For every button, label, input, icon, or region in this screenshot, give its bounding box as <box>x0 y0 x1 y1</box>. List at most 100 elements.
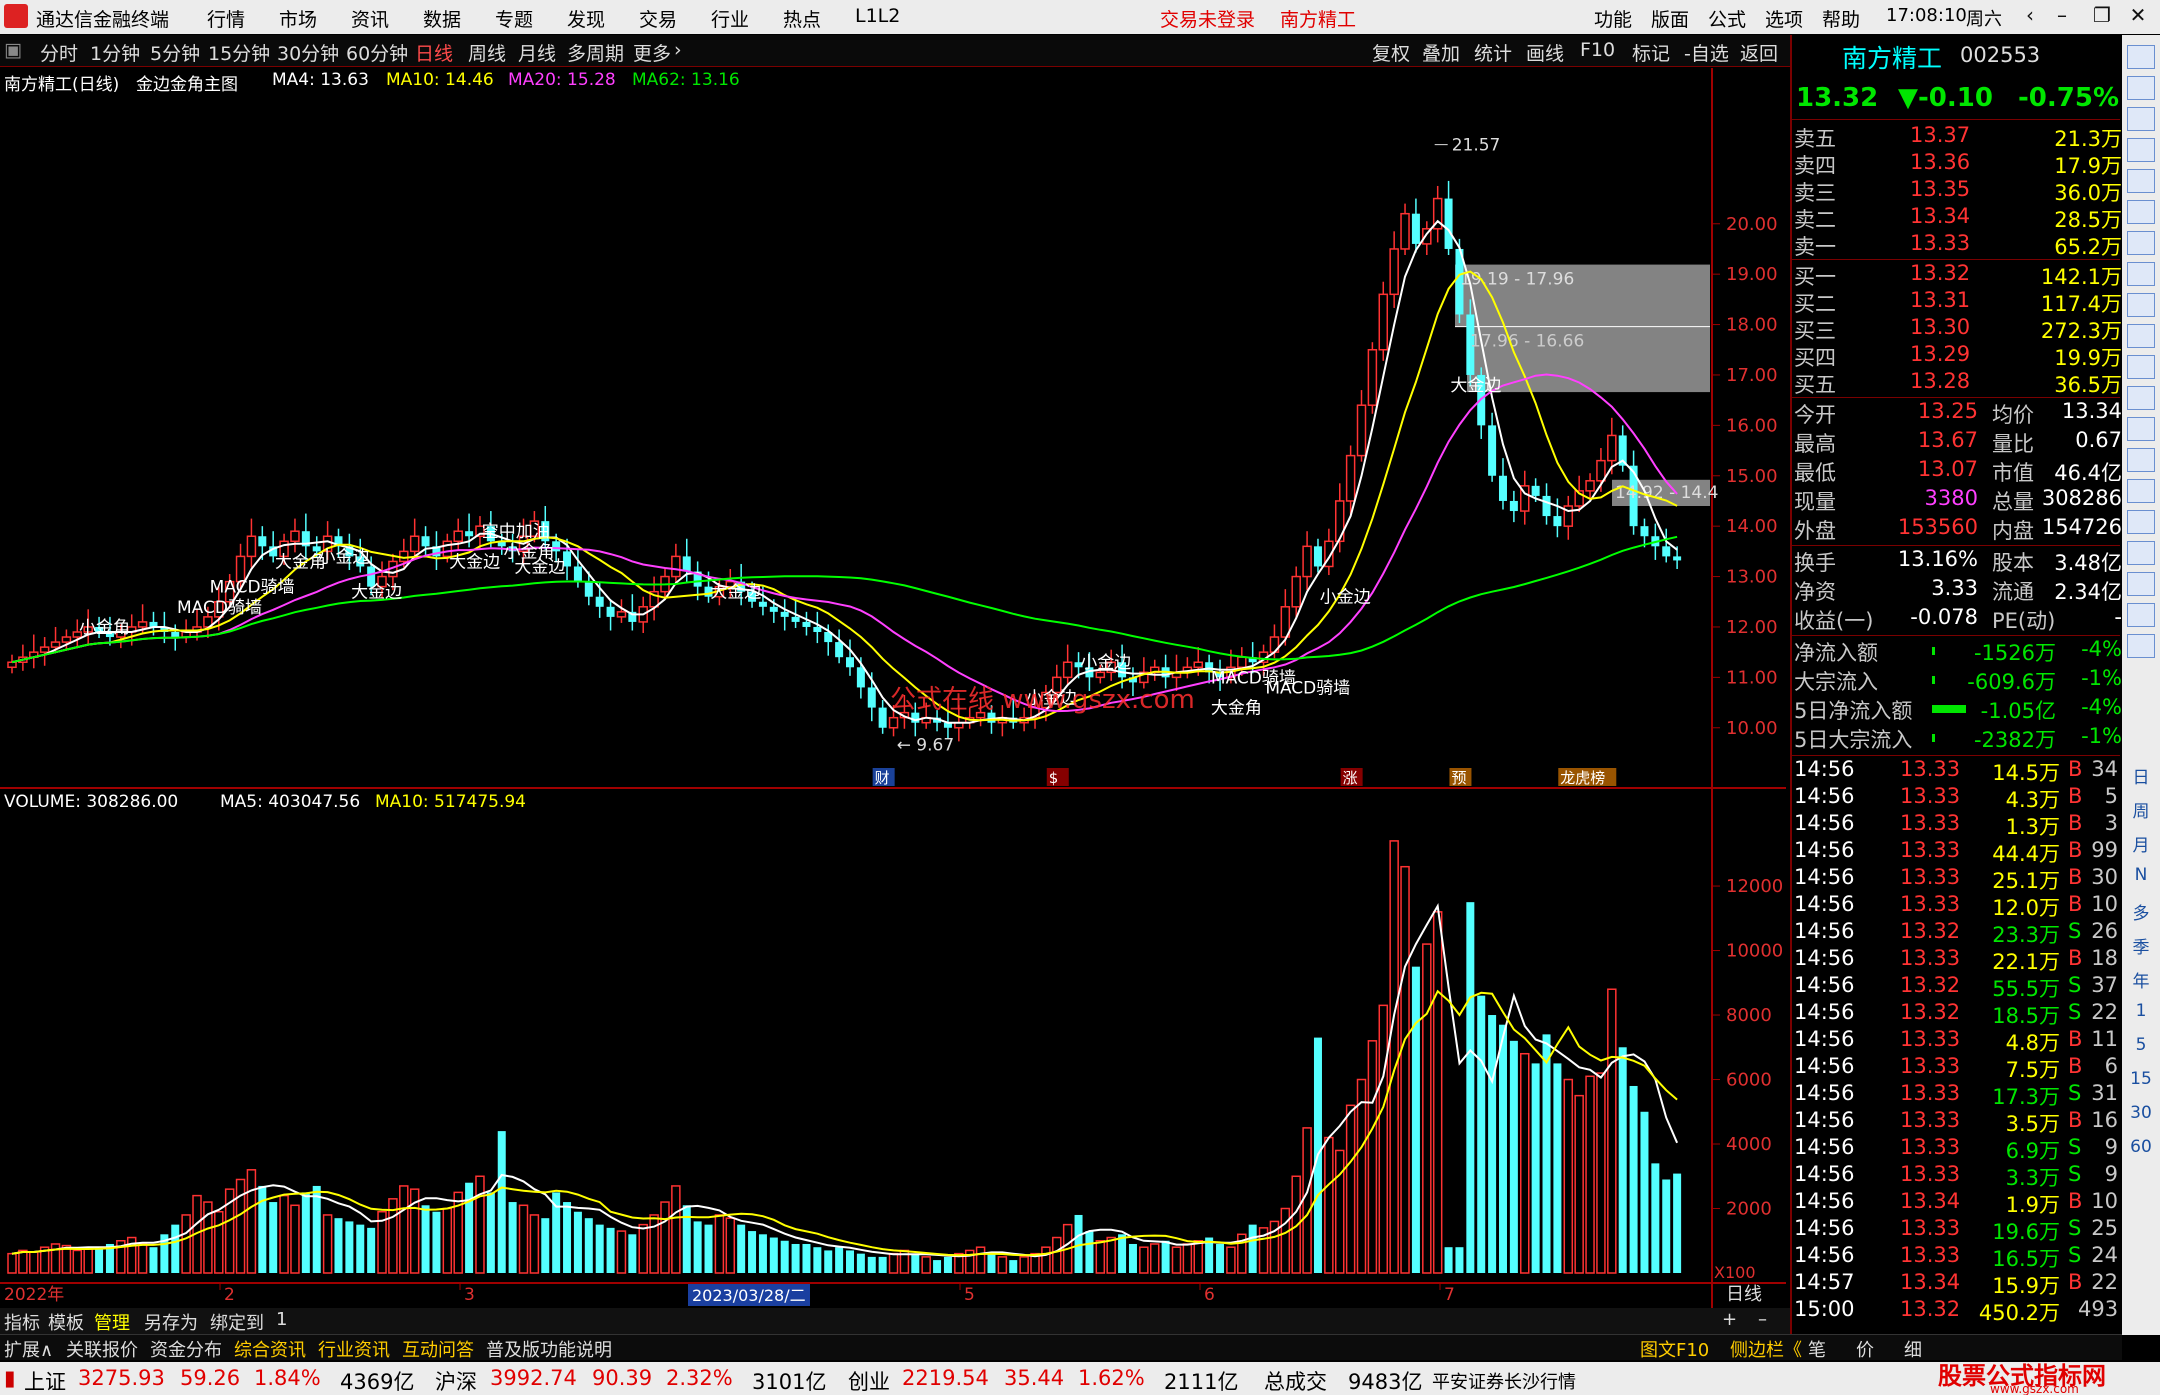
sidebar-period-8[interactable]: 5 <box>2127 1035 2155 1055</box>
menu-item-l1l2[interactable]: L1L2 <box>855 5 900 27</box>
candle-up[interactable] <box>246 535 257 558</box>
candle-down[interactable] <box>1509 500 1518 512</box>
volume-bar-up[interactable] <box>1171 1246 1182 1274</box>
volume-bar-up[interactable] <box>1139 1246 1149 1274</box>
menu-item-banmian[interactable]: 版面 <box>1651 5 1689 32</box>
volume-bar-down[interactable] <box>301 1192 310 1273</box>
volume-bar-down[interactable] <box>987 1253 996 1273</box>
tick-row[interactable]: 14:56 13.33 44.4万 B 99 <box>1792 838 2120 866</box>
volume-bar-down[interactable] <box>367 1227 376 1273</box>
candle-up[interactable] <box>61 636 72 643</box>
volume-bar-up[interactable] <box>214 1210 224 1274</box>
grid-icon[interactable] <box>2127 138 2155 162</box>
volume-bar-down[interactable] <box>595 1224 604 1273</box>
sidebar-period-11[interactable]: 60 <box>2127 1137 2155 1157</box>
candle-up[interactable] <box>453 530 463 543</box>
candle-down[interactable] <box>1542 495 1551 517</box>
tick-row[interactable]: 14:56 13.34 1.9万 B 10 <box>1792 1189 2120 1217</box>
volume-bar-up[interactable] <box>137 1243 148 1274</box>
volume-bar-down[interactable] <box>584 1218 593 1273</box>
volume-bar-up[interactable] <box>1052 1236 1062 1274</box>
close-icon[interactable]: ✕ <box>2122 3 2154 31</box>
volume-bar-down[interactable] <box>356 1224 365 1273</box>
volume-bar-down[interactable] <box>421 1205 430 1273</box>
volume-bar-down[interactable] <box>1477 995 1486 1273</box>
bid-row[interactable]: 买一 13.32 142.1万 <box>1792 261 2122 289</box>
stat-row[interactable]: 净资 3.33 流通 2.34亿 <box>1792 576 2122 604</box>
sh-label[interactable]: 上证 <box>24 1366 66 1395</box>
volume-bar-down[interactable] <box>269 1202 278 1273</box>
volume-bar-down[interactable] <box>1498 1024 1507 1273</box>
candle-down[interactable] <box>1488 425 1497 476</box>
tick-row[interactable]: 14:56 13.33 19.6万 S 25 <box>1792 1216 2120 1244</box>
bid-row[interactable]: 买三 13.30 272.3万 <box>1792 315 2122 343</box>
volume-bar-down[interactable] <box>628 1234 637 1273</box>
volume-bar-up[interactable] <box>1182 1243 1193 1274</box>
volume-bar-up[interactable] <box>921 1256 931 1274</box>
menu-item-shichang[interactable]: 市场 <box>279 5 317 32</box>
candle-down[interactable] <box>595 596 604 607</box>
volume-bar-down[interactable] <box>563 1202 572 1273</box>
back-icon[interactable]: ‹ <box>2014 3 2046 31</box>
volume-bar-down[interactable] <box>933 1260 942 1273</box>
stat-row[interactable]: 今开 13.25 均价 13.34 <box>1792 399 2122 427</box>
volume-bar-up[interactable] <box>1378 1004 1389 1274</box>
volume-bar-down[interactable] <box>1553 1063 1562 1273</box>
tick-row[interactable]: 14:56 13.32 55.5万 S 37 <box>1792 973 2120 1001</box>
stat-row[interactable]: 现量 3380 总量 308286 <box>1792 486 2122 514</box>
candle-up[interactable] <box>137 621 148 628</box>
restore-icon[interactable]: ❐ <box>2086 3 2118 31</box>
bar-icon[interactable] <box>2127 231 2155 255</box>
volume-bar-up[interactable] <box>997 1256 1008 1274</box>
volume-bar-up[interactable] <box>1563 1078 1574 1274</box>
volume-bar-down[interactable] <box>1531 1063 1540 1273</box>
tick-row[interactable]: 14:57 13.34 15.9万 B 22 <box>1792 1270 2120 1298</box>
tick-row[interactable]: 14:56 13.33 25.1万 B 30 <box>1792 865 2120 893</box>
candle-down[interactable] <box>1444 198 1453 249</box>
tick-row[interactable]: 14:56 13.33 4.8万 B 11 <box>1792 1027 2120 1055</box>
volume-bar-up[interactable] <box>29 1251 39 1274</box>
btn-fanhui[interactable]: 返回 <box>1740 39 1778 66</box>
menu-item-faxian[interactable]: 发现 <box>567 5 605 32</box>
candle-down[interactable] <box>878 707 887 728</box>
f12-icon[interactable] <box>2127 386 2155 410</box>
btn-tongji[interactable]: 统计 <box>1474 39 1512 66</box>
candle-up[interactable] <box>1596 459 1606 482</box>
candle-down[interactable] <box>867 687 876 708</box>
tick-row[interactable]: 14:56 13.33 7.5万 B 6 <box>1792 1054 2120 1082</box>
tab-guanlian[interactable]: 关联报价 <box>66 1336 138 1362</box>
menu-item-xuanxiang[interactable]: 选项 <box>1765 5 1803 32</box>
tab-zhibiao[interactable]: 指标 <box>4 1309 40 1335</box>
candle-up[interactable] <box>1585 480 1595 492</box>
bid-row[interactable]: 买二 13.31 117.4万 <box>1792 288 2122 316</box>
menu-item-gongshi[interactable]: 公式 <box>1708 5 1746 32</box>
volume-bar-down[interactable] <box>1662 1179 1671 1273</box>
volume-bar-down[interactable] <box>1651 1163 1660 1273</box>
sidebar-period-10[interactable]: 30 <box>2127 1103 2155 1123</box>
volume-bar-up[interactable] <box>529 1214 540 1274</box>
ask-row[interactable]: 卖三 13.35 36.0万 <box>1792 177 2122 205</box>
tab-5min[interactable]: 5分钟 <box>150 39 200 66</box>
candle-up[interactable] <box>39 646 50 653</box>
volume-bar-down[interactable] <box>682 1205 691 1273</box>
flow-row[interactable]: 5日大宗流入 -2382万 -1% <box>1792 724 2122 752</box>
volume-bar-down[interactable] <box>1640 1111 1649 1273</box>
arrow-down-icon[interactable] <box>2127 107 2155 131</box>
volume-bar-up[interactable] <box>1324 1136 1334 1274</box>
volume-bar-up[interactable] <box>1041 1246 1051 1274</box>
tick-row[interactable]: 14:56 13.33 14.5万 B 34 <box>1792 757 2120 785</box>
volume-bar-down[interactable] <box>856 1253 865 1273</box>
volume-bar-down[interactable] <box>1118 1234 1127 1273</box>
tab-hudong[interactable]: 互动问答 <box>402 1336 474 1362</box>
tab-lingcunwei[interactable]: 另存为 <box>144 1309 198 1335</box>
volume-bar-up[interactable] <box>518 1204 529 1274</box>
tab-jia[interactable]: 价 <box>1856 1336 1874 1362</box>
candle-down[interactable] <box>1313 546 1322 567</box>
volume-bar-up[interactable] <box>1596 1072 1606 1274</box>
volume-bar-down[interactable] <box>1085 1231 1094 1273</box>
candle-up[interactable] <box>888 716 899 729</box>
volume-bar-up[interactable] <box>975 1246 986 1274</box>
volume-bar-up[interactable] <box>638 1223 648 1274</box>
volume-bar-down[interactable] <box>802 1243 811 1273</box>
volume-bar-up[interactable] <box>1280 1207 1291 1274</box>
